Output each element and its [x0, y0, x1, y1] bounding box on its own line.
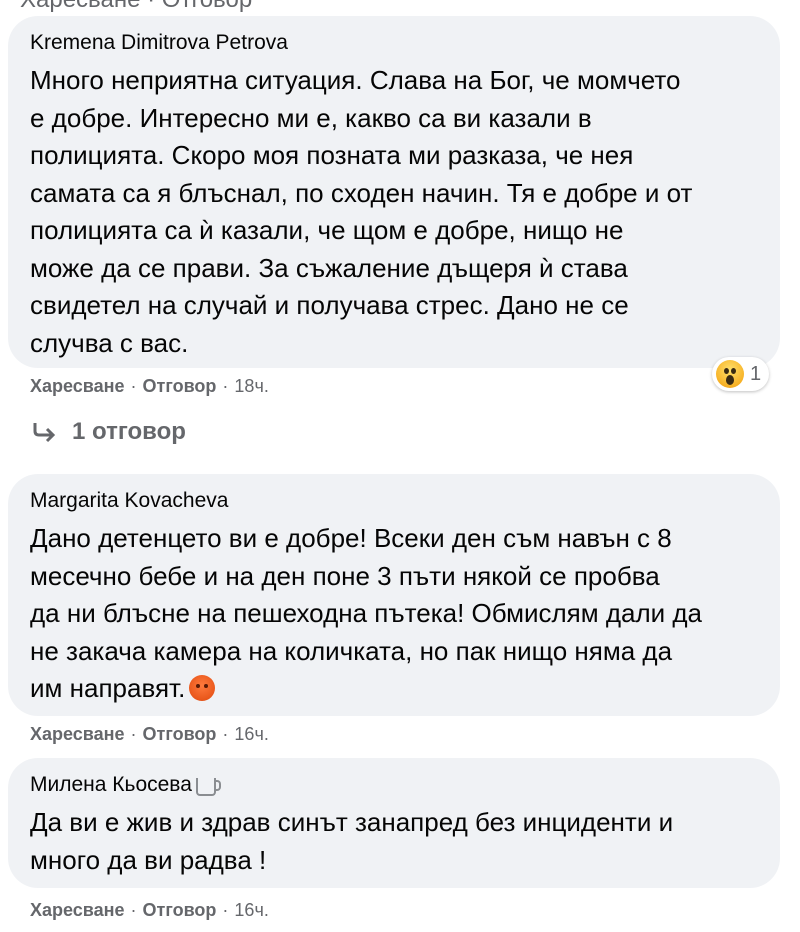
reply-button[interactable]: Отговор: [143, 900, 217, 921]
timestamp[interactable]: 16ч.: [234, 724, 268, 745]
comment-author[interactable]: Kremena Dimitrova Petrova: [30, 30, 758, 56]
view-replies-link[interactable]: 1 отговор: [32, 418, 186, 446]
comment-actions: Харесване · Отговор · 18ч.: [30, 376, 269, 397]
reply-button[interactable]: Отговор: [143, 376, 217, 397]
like-button[interactable]: Харесване: [30, 900, 125, 921]
comment-text: Да ви е жив и здрав синът занапред без и…: [30, 807, 674, 875]
timestamp[interactable]: 16ч.: [234, 900, 268, 921]
reply-button[interactable]: Отговор: [143, 724, 217, 745]
comment-bubble: Margarita Kovacheva Дано детенцето ви е …: [8, 474, 780, 716]
comment-text: Много неприятна ситуация. Слава на Бог, …: [30, 65, 693, 358]
comment-bubble: Kremena Dimitrova Petrova Много неприятн…: [8, 16, 780, 368]
reaction-summary[interactable]: 1: [712, 357, 770, 391]
separator: ·: [130, 900, 137, 920]
angry-emoji-icon: [189, 675, 216, 701]
comment-author-row: Милена Кьосева: [30, 772, 758, 798]
separator: ·: [130, 724, 137, 744]
reaction-count: 1: [750, 362, 762, 385]
comment-text-content: Дано детенцето ви е добре! Всеки ден съм…: [30, 523, 703, 703]
reply-arrow-icon: [33, 423, 56, 443]
wow-reaction-icon: [716, 360, 744, 388]
comment-author[interactable]: Милена Кьосева: [30, 772, 192, 798]
separator: ·: [130, 376, 137, 396]
timestamp[interactable]: 18ч.: [234, 376, 268, 397]
comment-actions: Харесване · Отговор · 16ч.: [30, 900, 269, 921]
previous-comment-actions: Харесване · Отговор: [20, 0, 252, 14]
separator: ·: [222, 376, 229, 396]
comment-bubble: Милена Кьосева Да ви е жив и здрав синът…: [8, 758, 780, 888]
comment-author[interactable]: Margarita Kovacheva: [30, 488, 758, 514]
comment-text: Дано детенцето ви е добре! Всеки ден съм…: [30, 520, 758, 708]
comment-actions: Харесване · Отговор · 16ч.: [30, 724, 269, 745]
replies-count-label: 1 отговор: [72, 418, 186, 445]
like-button[interactable]: Харесване: [30, 724, 125, 745]
coffee-icon: [195, 778, 221, 796]
separator: ·: [222, 900, 229, 920]
like-button[interactable]: Харесване: [30, 376, 125, 397]
separator: ·: [222, 724, 229, 744]
